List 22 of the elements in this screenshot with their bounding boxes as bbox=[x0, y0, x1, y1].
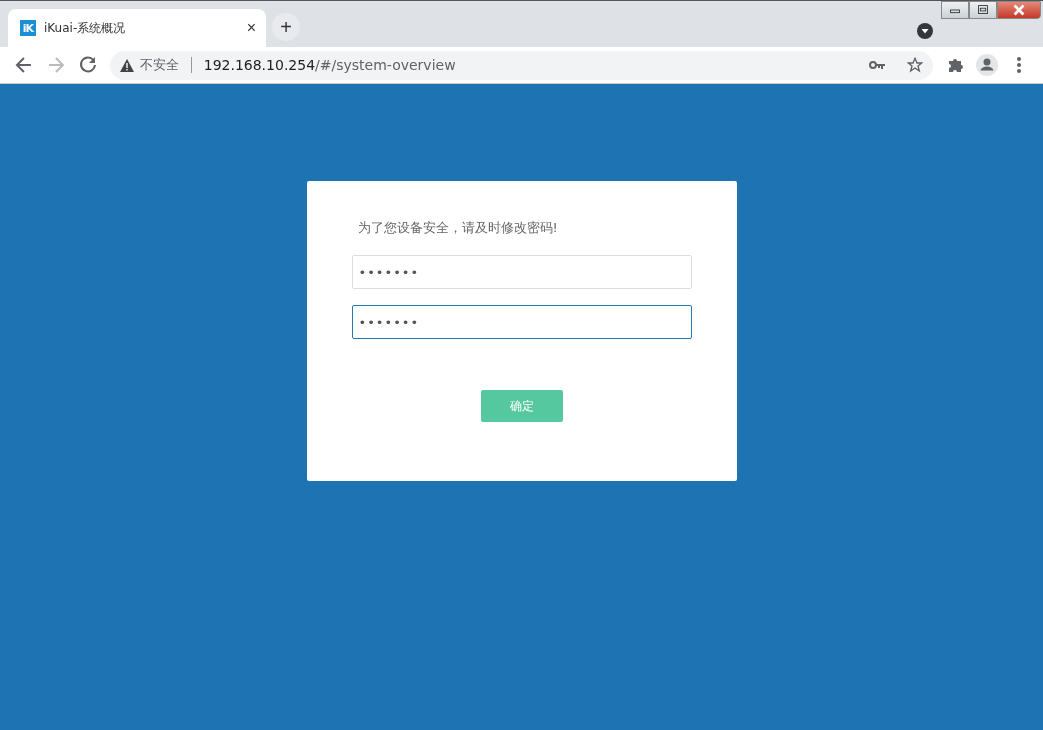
security-message: 为了您设备安全，请及时修改密码! bbox=[357, 219, 559, 237]
star-icon[interactable] bbox=[907, 57, 924, 73]
maximize-icon[interactable] bbox=[969, 1, 997, 19]
password-field[interactable]: ••••••• bbox=[351, 305, 692, 339]
profile-icon[interactable] bbox=[976, 54, 999, 76]
password-field[interactable]: ••••••• bbox=[351, 255, 692, 289]
url-host: 192.168.10.254 bbox=[203, 57, 316, 73]
tab-search-icon[interactable] bbox=[917, 23, 933, 39]
close-icon[interactable] bbox=[997, 1, 1041, 19]
close-tab-button[interactable]: × bbox=[246, 19, 256, 37]
url-path: /#/system-overview bbox=[315, 57, 456, 73]
menu-icon[interactable] bbox=[1017, 57, 1022, 73]
key-icon[interactable] bbox=[869, 60, 886, 70]
new-tab-button[interactable]: + bbox=[272, 13, 300, 41]
security-label: 不安全 bbox=[139, 56, 179, 74]
minimize-icon[interactable] bbox=[941, 1, 969, 19]
tab-title: iKuai-系统概况 bbox=[44, 19, 127, 37]
address-bar[interactable]: 不安全 192.168.10.254/#/system-overview bbox=[109, 50, 934, 80]
warning-icon bbox=[119, 58, 134, 72]
browser-tab[interactable]: iK iKuai-系统概况 × bbox=[8, 9, 266, 47]
puzzle-icon[interactable] bbox=[947, 57, 964, 73]
site-logo: iK bbox=[20, 20, 36, 36]
